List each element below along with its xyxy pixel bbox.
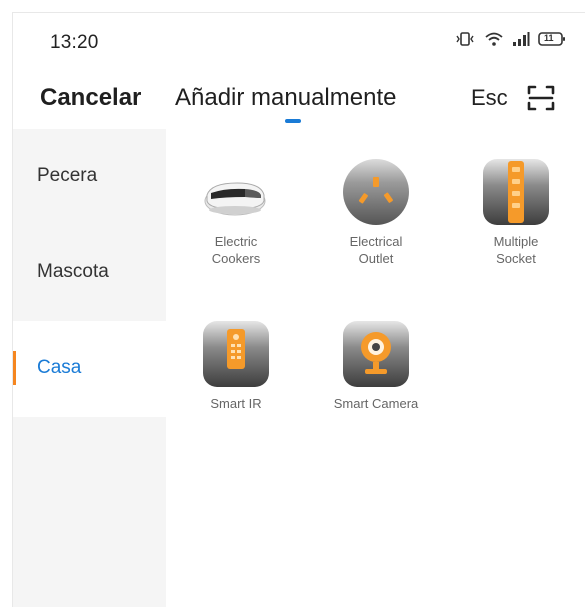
battery-icon: 11 <box>538 31 566 47</box>
wifi-icon <box>484 31 504 47</box>
battery-level: 11 <box>544 33 554 43</box>
status-icons: 11 <box>454 31 566 47</box>
sidebar-item-label: Casa <box>37 357 82 378</box>
device-name: Electrical Outlet <box>349 234 403 266</box>
smart-camera-icon <box>341 319 411 389</box>
app-screen: 13:20 11 Cancelar Añadir manualmente Esc… <box>12 12 585 607</box>
device-name: Smart IR <box>210 396 262 411</box>
device-smart-ir[interactable]: Smart IR <box>171 319 301 412</box>
category-sidebar: Pecera Mascota Casa <box>13 129 166 607</box>
device-name: Electric Cookers <box>211 234 261 266</box>
device-multiple-socket[interactable]: Multiple Socket <box>451 157 581 267</box>
vibrate-icon <box>454 31 476 47</box>
scan-icon <box>527 85 555 111</box>
multiple-socket-icon <box>481 157 551 227</box>
sidebar-item-casa[interactable]: Casa <box>13 321 166 417</box>
scan-button[interactable] <box>526 83 556 113</box>
device-electric-cookers[interactable]: Electric Cookers <box>171 157 301 267</box>
title-tab-indicator <box>285 119 301 123</box>
sidebar-item-mascota[interactable]: Mascota <box>13 225 166 321</box>
device-name: Smart Camera <box>333 396 419 411</box>
page-title[interactable]: Añadir manualmente <box>175 84 396 112</box>
device-name: Multiple Socket <box>493 234 539 266</box>
device-electrical-outlet[interactable]: Electrical Outlet <box>311 157 441 267</box>
smart-ir-remote-icon <box>201 319 271 389</box>
sidebar-item-label: Pecera <box>37 165 98 186</box>
sidebar-item-pecera[interactable]: Pecera <box>13 129 166 225</box>
device-grid: Electric Cookers Electrical Outlet Multi… <box>166 129 585 607</box>
esc-button[interactable]: Esc <box>471 85 508 111</box>
sidebar-item-label: Mascota <box>37 261 109 282</box>
status-bar: 13:20 11 <box>13 13 585 71</box>
content-area: Pecera Mascota Casa Electric Cookers Ele… <box>13 129 585 607</box>
signal-icon <box>512 31 530 47</box>
electric-cooker-icon <box>201 157 271 227</box>
active-indicator <box>13 351 16 385</box>
cancel-button[interactable]: Cancelar <box>40 84 141 112</box>
header: Cancelar Añadir manualmente Esc <box>13 71 585 129</box>
status-time: 13:20 <box>50 32 99 53</box>
device-smart-camera[interactable]: Smart Camera <box>311 319 441 412</box>
electrical-outlet-icon <box>341 157 411 227</box>
